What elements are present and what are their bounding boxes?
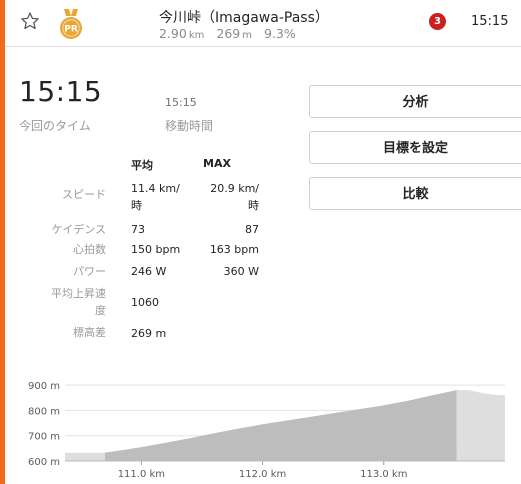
elevation-area-segment	[105, 390, 457, 461]
segment-distance: 2.90	[159, 26, 187, 41]
x-tick-label: 112.0 km	[239, 469, 286, 480]
elapsed-time: 15:15	[19, 75, 103, 108]
y-tick-label: 700 m	[28, 432, 60, 443]
vam-avg: 1060	[131, 296, 159, 309]
segment-grade: 9.3%	[264, 26, 296, 41]
y-tick-label: 600 m	[28, 457, 60, 468]
medal-text: PR	[64, 25, 78, 35]
power-avg: 246 W	[131, 265, 167, 278]
compare-button[interactable]: 比較	[309, 177, 521, 210]
speed-avg-line1: 11.4 km/	[131, 182, 180, 195]
header-time: 15:15	[471, 14, 509, 29]
segment-elevation: 269	[216, 26, 241, 41]
analyze-button[interactable]: 分析	[309, 85, 521, 118]
power-label: パワー	[73, 265, 106, 278]
pr-medal-icon: PR	[58, 9, 84, 41]
elevation-area-after	[456, 390, 505, 461]
speed-max-line2: 時	[248, 199, 259, 212]
segment-stats: 2.90 km 269 m 9.3%	[159, 26, 296, 41]
vam-label-line1: 平均上昇速	[51, 287, 106, 300]
x-tick-label: 111.0 km	[118, 469, 165, 480]
cadence-label: ケイデンス	[51, 223, 106, 236]
elapsed-time-label: 今回のタイム	[19, 119, 91, 133]
heart-rate-avg: 150 bpm	[131, 243, 181, 256]
cadence-max: 87	[245, 223, 259, 236]
speed-max-line1: 20.9 km/	[210, 182, 259, 195]
heart-rate-max: 163 bpm	[209, 243, 259, 256]
power-max: 360 W	[223, 265, 259, 278]
y-tick-label: 900 m	[28, 381, 60, 392]
vam-label-line2: 度	[95, 304, 106, 317]
heart-rate-label: 心拍数	[73, 243, 106, 256]
elevation-diff-label: 標高差	[73, 326, 106, 339]
star-icon[interactable]	[20, 11, 40, 31]
moving-time-label: 移動時間	[165, 119, 214, 133]
avg-header: 平均	[131, 159, 153, 172]
speed-label: スピード	[62, 188, 106, 201]
elevation-area-before	[65, 452, 105, 461]
moving-time: 15:15	[165, 96, 197, 109]
set-goal-button[interactable]: 目標を設定	[309, 131, 521, 164]
elevation-diff-avg: 269 m	[131, 327, 167, 340]
segment-title[interactable]: 今川峠（Imagawa-Pass）	[159, 7, 329, 27]
distance-unit: km	[188, 30, 205, 41]
elevation-profile-chart: 900 m 800 m 700 m 600 m 111.0 km 112.0 km 113.…	[28, 381, 505, 480]
y-tick-label: 800 m	[28, 406, 60, 417]
elevation-unit: m	[242, 30, 252, 41]
cadence-avg: 73	[131, 223, 145, 236]
rank-badge: 3	[429, 13, 446, 30]
max-header: MAX	[203, 157, 231, 170]
header-divider	[5, 46, 521, 47]
x-tick-label: 113.0 km	[360, 469, 407, 480]
speed-avg-line2: 時	[131, 199, 142, 212]
